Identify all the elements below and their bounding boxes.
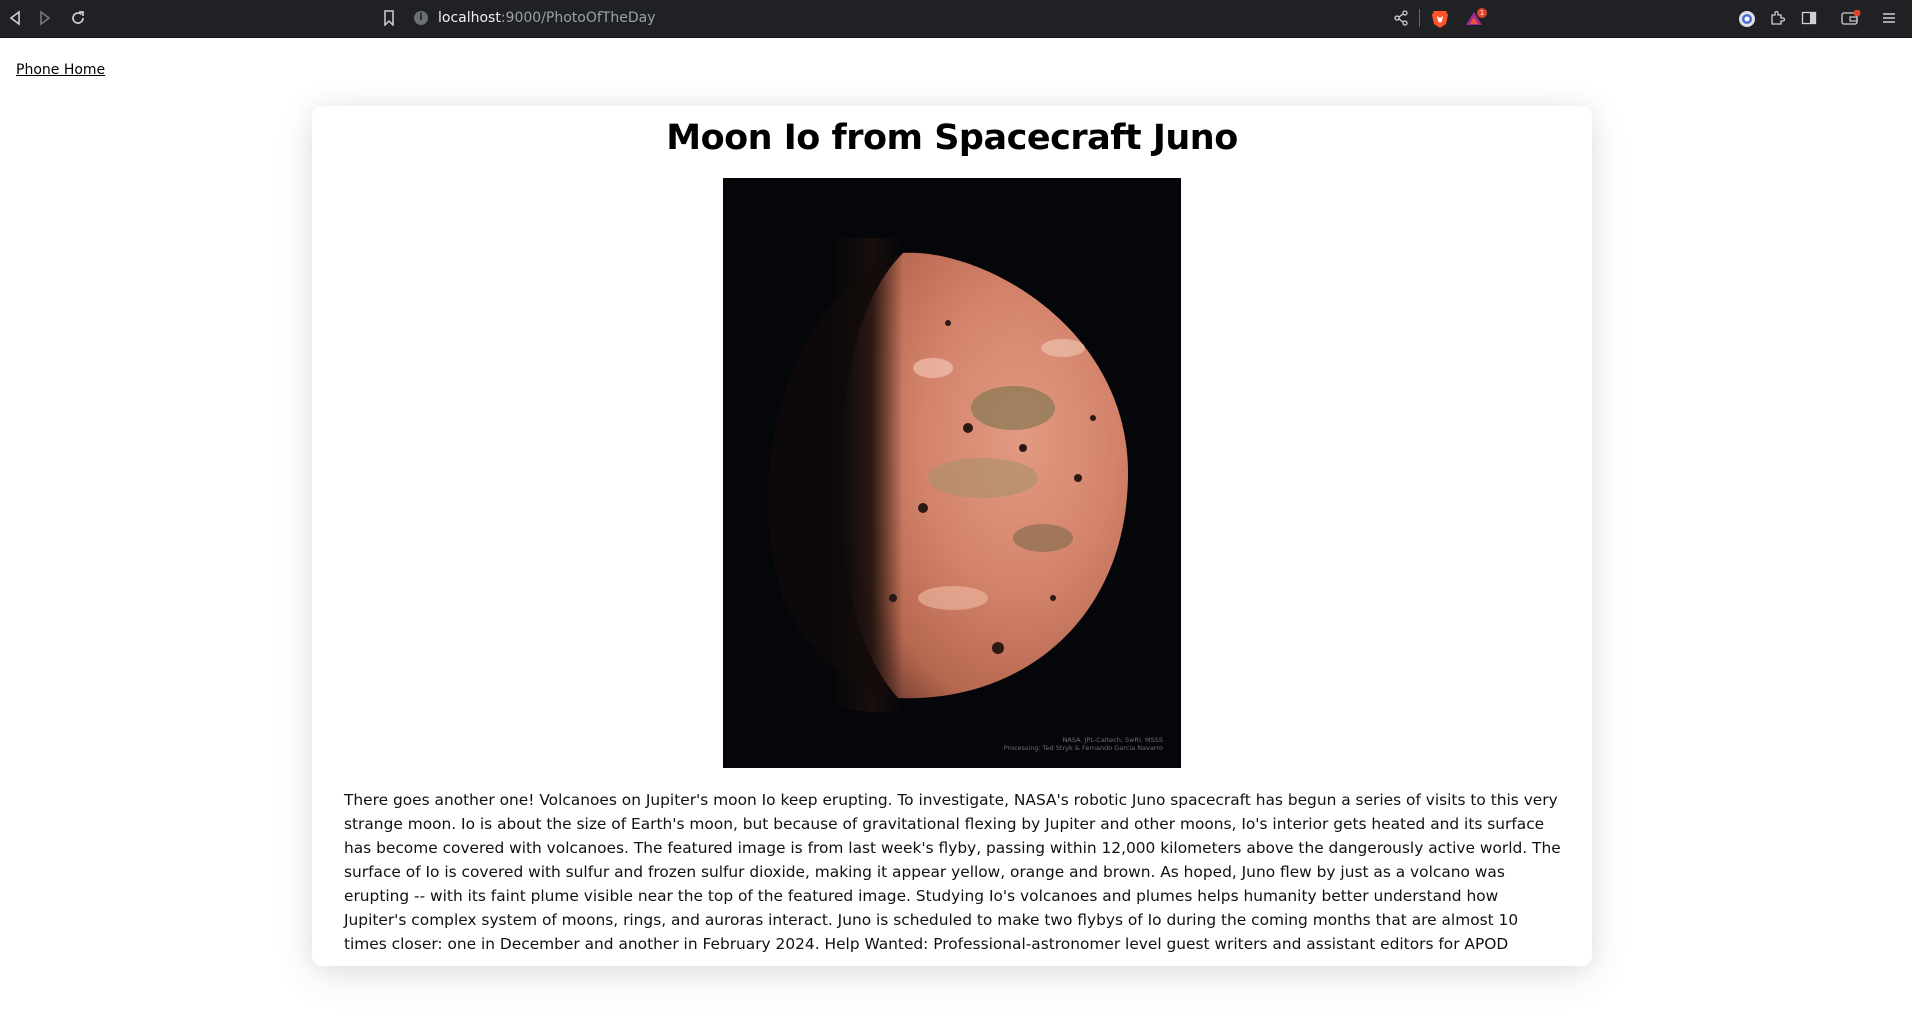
image-credit-line-1: NASA, JPL-Caltech, SwRI, MSSS — [1062, 736, 1163, 744]
photo-card: Moon Io from Spacecraft Juno NASA, JPL-C… — [312, 106, 1592, 966]
toolbar-divider — [1419, 9, 1420, 27]
bookmark-icon[interactable] — [383, 10, 395, 29]
forward-icon[interactable] — [38, 10, 52, 29]
page-title: Moon Io from Spacecraft Juno — [666, 118, 1238, 158]
image-credit-line-2: Processing: Ted Stryk & Fernando Garcia … — [1004, 744, 1163, 752]
back-icon[interactable] — [8, 10, 22, 29]
address-bar[interactable]: i localhost:9000/PhotoOfTheDay — [414, 5, 1344, 31]
rewards-badge: 1 — [1477, 8, 1487, 18]
photo-description: There goes another one! Volcanoes on Jup… — [344, 791, 1561, 953]
extensions-icon[interactable] — [1769, 10, 1786, 29]
url-path: :9000/PhotoOfTheDay — [500, 10, 656, 26]
share-icon[interactable] — [1393, 10, 1409, 29]
phone-home-link[interactable]: Phone Home — [16, 62, 105, 78]
wallet-icon[interactable] — [1841, 9, 1861, 29]
brave-shield-icon[interactable] — [1431, 9, 1449, 29]
url-host: localhost — [438, 10, 501, 26]
site-info-icon[interactable]: i — [414, 11, 428, 25]
menu-icon[interactable] — [1881, 10, 1897, 29]
io-photo: NASA, JPL-Caltech, SwRI, MSSS Processing… — [723, 178, 1181, 768]
browser-toolbar: i localhost:9000/PhotoOfTheDay 1 — [0, 0, 1912, 38]
sidebar-icon[interactable] — [1801, 10, 1817, 29]
reload-icon[interactable] — [70, 10, 86, 29]
account-icon[interactable] — [1738, 10, 1756, 31]
